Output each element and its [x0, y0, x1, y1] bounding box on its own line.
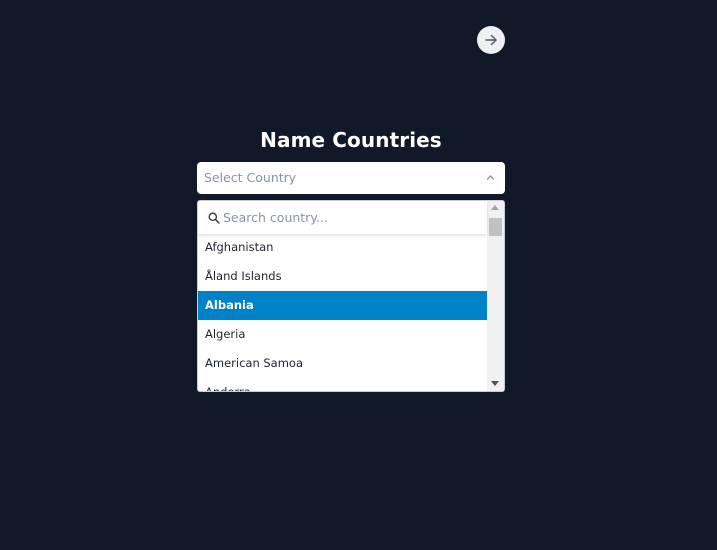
list-item[interactable]: American Samoa	[198, 349, 487, 378]
list-item[interactable]: Andorra	[198, 378, 487, 391]
list-item[interactable]: Åland Islands	[198, 262, 487, 291]
scroll-down-icon[interactable]	[491, 381, 499, 386]
country-options-list: Afghanistan Åland Islands Albania Algeri…	[198, 233, 487, 391]
arrow-right-icon	[485, 34, 497, 46]
scroll-up-icon[interactable]	[491, 205, 499, 210]
chevron-up-icon	[486, 175, 495, 180]
country-select[interactable]: Select Country	[197, 162, 505, 194]
country-dropdown: Afghanistan Åland Islands Albania Algeri…	[197, 200, 505, 392]
list-item[interactable]: Afghanistan	[198, 233, 487, 262]
next-button[interactable]	[477, 26, 505, 54]
page: Name Countries Select Country Afghanista…	[0, 0, 717, 550]
page-title: Name Countries	[260, 128, 442, 152]
search-icon	[208, 212, 220, 224]
search-input[interactable]	[223, 207, 478, 228]
dropdown-scrollbar[interactable]	[487, 201, 504, 391]
country-select-placeholder: Select Country	[204, 170, 297, 185]
scroll-thumb[interactable]	[489, 218, 502, 236]
list-item-selected[interactable]: Albania	[198, 291, 487, 320]
list-item[interactable]: Algeria	[198, 320, 487, 349]
country-search	[198, 201, 487, 234]
